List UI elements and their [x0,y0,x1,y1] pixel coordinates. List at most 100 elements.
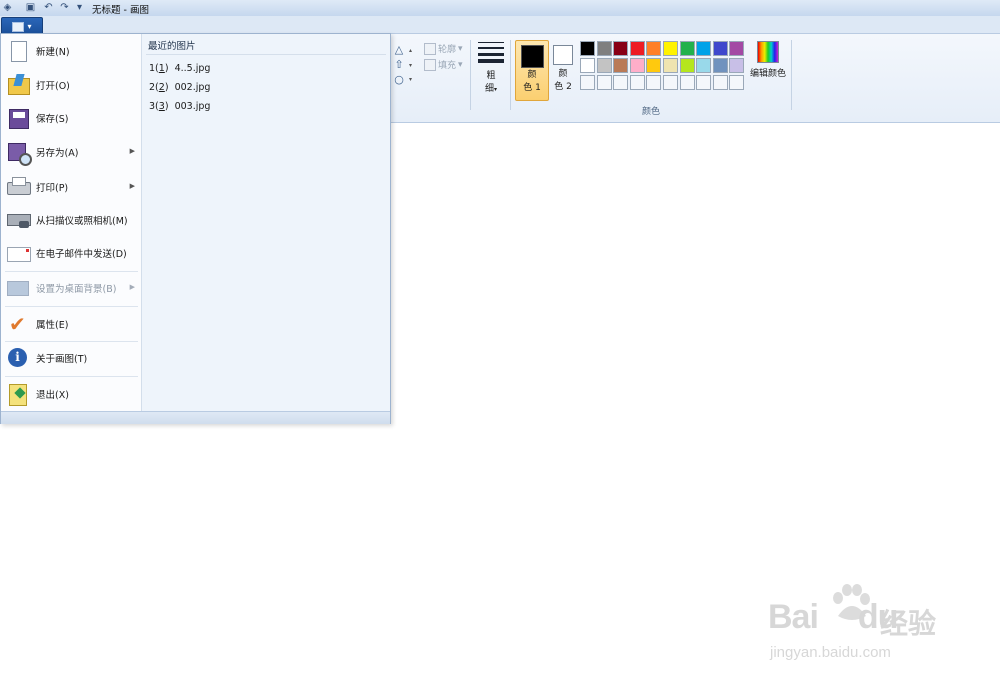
recent-index: 1 [149,63,156,74]
recent-item[interactable]: 3(3) 003.jpg [149,101,210,112]
customize-dropdown-icon[interactable]: ▾ [73,1,86,14]
palette-swatch[interactable] [663,75,678,90]
recent-access-key: 3 [158,101,165,112]
palette-swatch[interactable] [729,75,745,90]
redo-icon[interactable]: ↷ [58,1,71,14]
menu-item-properties[interactable]: ✔ 属性(E) [3,308,139,340]
menu-item-from-scanner[interactable]: 从扫描仪或照相机(M) [3,204,139,236]
palette-swatch[interactable] [596,75,612,90]
window-title: 无标题 - 画图 [92,5,149,16]
title-bar: ◈ ▣ ↶ ↷ ▾ 无标题 - 画图 [0,0,1000,17]
size-label-bottom: 细▾ [476,83,506,96]
palette-swatch[interactable] [629,75,645,90]
menu-item-label: 新建(N) [36,47,70,58]
undo-icon[interactable]: ↶ [42,1,55,14]
palette-swatch[interactable] [613,75,629,90]
menu-item-new[interactable]: 新建(N) [3,35,139,67]
palette-swatch[interactable] [646,75,662,90]
recent-item[interactable]: 2(2) 002.jpg [149,82,210,93]
palette-swatch[interactable] [629,41,645,56]
watermark-brand-bai: Bai [768,598,819,636]
desktop-background-icon [7,277,29,299]
recent-item[interactable]: 1(1) 4..5.jpg [149,63,210,74]
fill-bucket-icon [424,58,436,71]
chevron-down-icon: ▾ [27,22,32,31]
save-icon[interactable]: ▣ [24,1,37,14]
size-label-top: 粗 [486,71,496,81]
palette-swatch[interactable] [679,41,695,56]
outline-brush-icon [424,42,436,55]
save-disk-icon [7,107,29,129]
size-line-4 [478,59,504,63]
fill-label: 填充 [438,61,457,71]
palette-swatch[interactable] [580,41,595,56]
palette-swatch[interactable] [696,41,712,56]
file-menu-footer [1,411,390,424]
menu-item-exit[interactable]: 退出(X) [3,378,139,410]
menu-item-label: 打印(P) [36,183,69,194]
palette-swatch[interactable] [663,58,678,73]
paint-app-icon[interactable]: ◈ [1,1,14,14]
palette-swatch[interactable] [712,41,728,56]
chevron-down-icon: ▾ [458,59,463,70]
menu-divider [5,376,138,377]
palette-swatch[interactable] [646,58,662,73]
color1-button[interactable]: 颜 色 1 [515,40,549,101]
edit-colors-button[interactable]: 编辑颜色 [748,41,788,91]
baidu-jingyan-watermark: Bai du 经验 jingyan.baidu.com [768,584,948,672]
color2-label-bottom: 色 2 [554,82,572,92]
palette-swatch[interactable] [580,58,595,73]
submenu-arrow-icon: ▶ [129,283,135,291]
chevron-down-icon: ▾ [494,86,498,93]
menu-item-print[interactable]: 打印(P) ▶ [3,171,139,203]
shapes-scroll-down-icon[interactable]: ▾ [409,62,412,69]
menu-item-send-email[interactable]: 在电子邮件中发送(D) [3,237,139,269]
color2-button[interactable]: 颜 色 2 [551,40,575,99]
exit-icon [7,383,29,406]
size-line-3 [478,53,504,56]
palette-swatch[interactable] [580,75,595,90]
palette-swatch[interactable] [696,75,712,90]
color2-swatch [553,45,573,65]
palette-swatch[interactable] [679,58,695,73]
callout-shape-icon[interactable]: ○ [392,73,406,87]
palette-swatch[interactable] [696,58,712,73]
palette-swatch[interactable] [712,58,728,73]
palette-swatch[interactable] [646,41,662,56]
recent-file-name: 4..5.jpg [174,63,211,74]
menu-item-save[interactable]: 保存(S) [3,102,139,134]
shapes-more-icon[interactable]: ▾ [409,76,412,83]
menu-item-open[interactable]: 打开(O) [3,69,139,101]
palette-swatch[interactable] [629,58,645,73]
size-line-1 [478,42,504,43]
outline-button[interactable]: 轮廓 ▾ [424,42,463,55]
fill-button[interactable]: 填充 ▾ [424,58,463,71]
palette-swatch[interactable] [663,41,678,56]
file-menu-icon [12,21,25,32]
shapes-scroll-up-icon[interactable]: ▴ [409,47,412,54]
recent-file-name: 003.jpg [174,101,211,112]
submenu-arrow-icon: ▶ [129,182,135,190]
palette-swatch[interactable] [729,41,745,56]
size-label[interactable]: 粗 细▾ [476,70,506,96]
file-menu-commands: 新建(N) 打开(O) 保存(S) 另存为(A) ▶ 打印(P) ▶ 从扫描仪或… [1,34,142,411]
palette-swatch[interactable] [596,41,612,56]
email-icon [7,242,31,264]
menu-item-label: 从扫描仪或照相机(M) [36,216,128,227]
menu-item-save-as[interactable]: 另存为(A) ▶ [3,136,139,168]
arrow-shape-icon[interactable]: ⇧ [392,58,406,72]
menu-item-label: 打开(O) [36,81,70,92]
palette-swatch[interactable] [613,58,629,73]
palette-swatch[interactable] [613,41,629,56]
outline-label: 轮廓 [438,45,457,55]
triangle-shape-icon[interactable]: △ [392,43,406,57]
menu-item-about[interactable]: i 关于画图(T) [3,342,139,374]
palette-swatch[interactable] [596,58,612,73]
menu-item-label: 关于画图(T) [36,354,88,365]
recent-file-name: 002.jpg [174,82,211,93]
menu-item-label: 退出(X) [36,390,69,401]
menu-divider [5,306,138,307]
palette-swatch[interactable] [679,75,695,90]
palette-swatch[interactable] [712,75,728,90]
palette-swatch[interactable] [729,58,745,73]
